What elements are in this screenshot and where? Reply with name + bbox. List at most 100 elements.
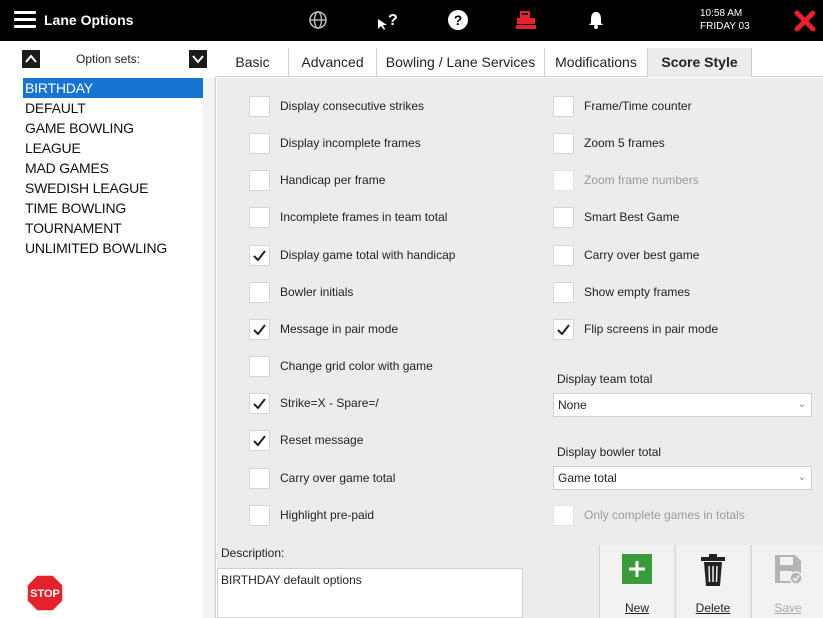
save-button[interactable]: Save xyxy=(751,545,823,618)
checkbox-option[interactable]: Strike=X - Spare=/ xyxy=(249,392,379,414)
checkbox-checked[interactable] xyxy=(249,429,270,451)
stop-label: STOP xyxy=(30,588,60,600)
bowler-total-value: Game total xyxy=(558,471,617,485)
checkbox-unchecked[interactable] xyxy=(249,95,270,117)
checkbox-option[interactable]: Show empty frames xyxy=(553,281,690,303)
checkbox-label: Handicap per frame xyxy=(280,173,386,187)
globe-icon[interactable] xyxy=(306,8,330,32)
tab-advanced[interactable]: Advanced xyxy=(289,48,377,77)
option-set-item[interactable]: TOURNAMENT xyxy=(23,218,203,238)
tab-modifications[interactable]: Modifications xyxy=(545,48,648,77)
checkbox-label: Strike=X - Spare=/ xyxy=(280,396,379,410)
checkbox-unchecked[interactable] xyxy=(553,504,574,526)
checkbox-unchecked[interactable] xyxy=(249,467,270,489)
checkbox-unchecked[interactable] xyxy=(249,132,270,154)
checkbox-option[interactable]: Zoom 5 frames xyxy=(553,132,665,154)
new-label: New xyxy=(624,601,649,615)
bell-icon[interactable] xyxy=(585,8,607,32)
option-set-item[interactable]: UNLIMITED BOWLING xyxy=(23,238,203,258)
checkbox-label: Display incomplete frames xyxy=(280,136,421,150)
checkbox-checked[interactable] xyxy=(249,392,270,414)
register-icon[interactable] xyxy=(513,8,539,32)
checkbox-checked[interactable] xyxy=(249,318,270,340)
checkbox-label: Change grid color with game xyxy=(280,359,433,373)
checkbox-option[interactable]: Only complete games in totals xyxy=(553,504,745,526)
option-set-item[interactable]: MAD GAMES xyxy=(23,158,203,178)
checkbox-unchecked[interactable] xyxy=(249,281,270,303)
checkbox-unchecked[interactable] xyxy=(553,95,574,117)
checkbox-checked[interactable] xyxy=(553,318,574,340)
checkbox-unchecked[interactable] xyxy=(553,281,574,303)
checkbox-unchecked[interactable] xyxy=(553,206,574,228)
checkbox-unchecked[interactable] xyxy=(553,244,574,266)
save-icon xyxy=(752,553,823,585)
option-set-item[interactable]: DEFAULT xyxy=(23,98,203,118)
checkbox-label: Smart Best Game xyxy=(584,210,680,224)
checkbox-checked[interactable] xyxy=(249,244,270,266)
checkbox-option[interactable]: Display incomplete frames xyxy=(249,132,421,154)
stop-icon[interactable]: STOP xyxy=(26,574,64,612)
window-title: Lane Options xyxy=(44,12,134,28)
plus-icon xyxy=(600,553,674,585)
checkbox-unchecked[interactable] xyxy=(553,132,574,154)
top-bar: Lane Options ? ? 10:58 AM FRIDAY 03 xyxy=(0,0,823,41)
help-circle-icon[interactable]: ? xyxy=(446,8,470,32)
option-set-item[interactable]: SWEDISH LEAGUE xyxy=(23,178,203,198)
checkbox-option[interactable]: Frame/Time counter xyxy=(553,95,692,117)
checkbox-option[interactable]: Handicap per frame xyxy=(249,169,385,191)
checkbox-label: Display game total with handicap xyxy=(280,248,456,262)
tab-bowling-lane-services[interactable]: Bowling / Lane Services xyxy=(377,48,545,77)
option-sets-panel: Option sets: BIRTHDAY DEFAULT GAME BOWLING… xyxy=(0,41,216,618)
option-set-item[interactable]: BIRTHDAY xyxy=(23,78,203,98)
checkbox-option[interactable]: Display game total with handicap xyxy=(249,244,455,266)
description-label: Description: xyxy=(221,546,285,560)
option-set-item[interactable]: TIME BOWLING xyxy=(23,198,203,218)
option-set-item[interactable]: LEAGUE xyxy=(23,138,203,158)
tab-basic[interactable]: Basic xyxy=(217,48,289,77)
option-set-item[interactable]: GAME BOWLING xyxy=(23,118,203,138)
checkbox-option[interactable]: Message in pair mode xyxy=(249,318,398,340)
option-sets-scrollbar[interactable] xyxy=(203,78,215,618)
checkbox-option[interactable]: Display consecutive strikes xyxy=(249,95,424,117)
team-total-label: Display team total xyxy=(557,372,653,386)
checkbox-option[interactable]: Carry over game total xyxy=(249,467,395,489)
description-field[interactable]: BIRTHDAY default options xyxy=(217,568,523,618)
svg-text:?: ? xyxy=(388,12,398,29)
description-section: Description: BIRTHDAY default options xyxy=(217,539,599,618)
checkbox-label: Display consecutive strikes xyxy=(280,99,425,113)
help-cursor-icon[interactable]: ? xyxy=(375,8,401,32)
team-total-select[interactable]: None ⌄ xyxy=(553,393,812,417)
delete-button[interactable]: Delete xyxy=(675,545,749,618)
tab-score-style[interactable]: Score Style xyxy=(648,48,752,77)
checkbox-label: Frame/Time counter xyxy=(584,99,692,113)
checkbox-option[interactable]: Reset message xyxy=(249,429,363,451)
clock-display: 10:58 AM FRIDAY 03 xyxy=(700,7,750,33)
close-icon[interactable] xyxy=(786,0,823,41)
checkbox-option[interactable]: Change grid color with game xyxy=(249,355,433,377)
checkbox-unchecked[interactable] xyxy=(249,169,270,191)
checkbox-unchecked[interactable] xyxy=(553,169,574,191)
checkbox-label: Only complete games in totals xyxy=(584,508,745,522)
bowler-total-select[interactable]: Game total ⌄ xyxy=(553,466,812,490)
tab-bar: Basic Advanced Bowling / Lane Services M… xyxy=(217,48,823,77)
option-sets-header: Option sets: xyxy=(0,41,216,77)
score-style-panel: Display team total None ⌄ Display bowler… xyxy=(217,78,823,539)
checkbox-option[interactable]: Smart Best Game xyxy=(553,206,679,228)
checkbox-option[interactable]: Flip screens in pair mode xyxy=(553,318,718,340)
new-button[interactable]: New xyxy=(599,545,673,618)
menu-icon[interactable] xyxy=(14,11,36,29)
checkbox-option[interactable]: Carry over best game xyxy=(553,244,699,266)
checkbox-unchecked[interactable] xyxy=(249,504,270,526)
trash-icon xyxy=(676,553,750,587)
delete-label: Delete xyxy=(695,601,731,615)
chevron-down-icon: ⌄ xyxy=(797,399,806,410)
checkbox-option[interactable]: Incomplete frames in team total xyxy=(249,206,447,228)
chevron-down-icon[interactable] xyxy=(189,50,207,68)
checkbox-unchecked[interactable] xyxy=(249,355,270,377)
chevron-down-icon: ⌄ xyxy=(797,472,806,483)
checkbox-label: Carry over game total xyxy=(280,471,396,485)
checkbox-option[interactable]: Highlight pre-paid xyxy=(249,504,374,526)
checkbox-unchecked[interactable] xyxy=(249,206,270,228)
checkbox-option[interactable]: Zoom frame numbers xyxy=(553,169,699,191)
checkbox-option[interactable]: Bowler initials xyxy=(249,281,353,303)
